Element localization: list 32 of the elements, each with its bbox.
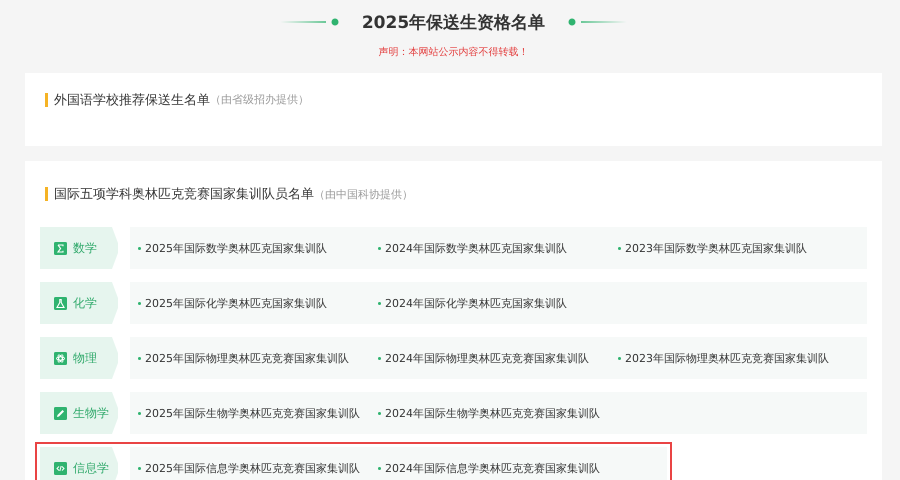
team-link[interactable]: 2024年国际信息学奥林匹克竞赛国家集训队 xyxy=(378,460,618,476)
title-ornament xyxy=(567,18,628,26)
team-link[interactable]: 2025年国际数学奥林匹克国家集训队 xyxy=(138,240,378,256)
team-link[interactable]: 2025年国际信息学奥林匹克竞赛国家集训队 xyxy=(138,460,378,476)
notice-text: 声明：本网站公示内容不得转载！ xyxy=(378,46,530,59)
subject-label: 信息学 xyxy=(40,447,118,480)
team-link[interactable]: 2025年国际物理奥林匹克竞赛国家集训队 xyxy=(138,350,378,366)
section-title: 国际五项学科奥林匹克竞赛国家集训队员名单 xyxy=(54,186,314,203)
team-link[interactable]: 2024年国际数学奥林匹克国家集训队 xyxy=(378,240,618,256)
subject-label: 物理 xyxy=(40,337,118,379)
section-source: （由中国科协提供） xyxy=(314,186,413,202)
team-link[interactable]: 2025年国际化学奥林匹克国家集训队 xyxy=(138,296,378,310)
team-link[interactable]: 2023年国际物理奥林匹克竞赛国家集训队 xyxy=(618,350,858,366)
section-source: （由省级招办提供） xyxy=(210,92,309,107)
subject-label: 化学 xyxy=(40,282,118,324)
accent-bar xyxy=(45,92,48,106)
title-ornament xyxy=(280,18,340,26)
section-title: 外国语学校推荐保送生名单 xyxy=(54,92,210,108)
pencil-icon xyxy=(54,406,67,420)
subject-label: 生物学 xyxy=(40,392,118,434)
sigma-icon xyxy=(54,242,67,254)
team-link[interactable]: 2024年国际化学奥林匹克国家集训队 xyxy=(378,296,618,310)
subject-label: 数学 xyxy=(40,227,118,269)
team-link[interactable]: 2024年国际物理奥林匹克竞赛国家集训队 xyxy=(378,350,618,366)
code-icon xyxy=(54,462,67,474)
flask-icon xyxy=(54,296,67,310)
atom-icon xyxy=(54,352,67,364)
team-link[interactable]: 2023年国际数学奥林匹克国家集训队 xyxy=(618,240,858,256)
page-title: 2025年保送生资格名单 xyxy=(362,12,546,34)
accent-bar xyxy=(45,187,48,201)
team-link[interactable]: 2025年国际生物学奥林匹克竞赛国家集训队 xyxy=(138,406,378,420)
team-link[interactable]: 2024年国际生物学奥林匹克竞赛国家集训队 xyxy=(378,406,618,420)
